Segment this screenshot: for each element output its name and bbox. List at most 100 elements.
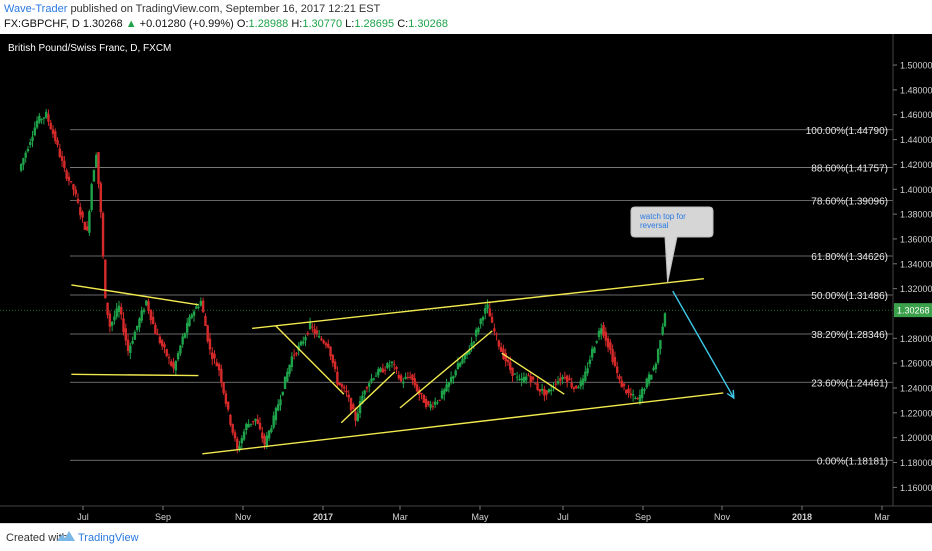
candle-body	[579, 380, 582, 387]
candle-body	[390, 361, 394, 364]
candle-body	[443, 389, 446, 395]
candle-body	[388, 365, 391, 367]
candle-body	[142, 309, 146, 312]
candle-body	[484, 307, 487, 314]
candle-body	[90, 184, 93, 211]
close-label: C:	[397, 18, 409, 30]
time-tick-label: Nov	[714, 512, 731, 522]
fib-level-label: 50.00%(1.31486)	[811, 291, 888, 302]
chart-screenshot: Wave-Trader published on TradingView.com…	[0, 0, 932, 551]
candle-body	[354, 411, 357, 421]
candle-body	[67, 176, 71, 181]
candle-body	[131, 340, 134, 344]
candle-body	[431, 406, 435, 408]
price-tick-label: 1.28000	[900, 334, 932, 344]
price-tick-label: 1.22000	[900, 408, 932, 418]
candle-body	[634, 397, 637, 399]
candle-body	[656, 348, 660, 363]
candle-body	[149, 309, 153, 321]
candle-body	[69, 181, 73, 183]
candle-body	[404, 376, 407, 379]
candle-body	[317, 336, 321, 338]
candle-body	[447, 382, 451, 387]
candle-body	[154, 324, 157, 335]
candle-body	[570, 382, 573, 388]
price-tick-label: 1.40000	[900, 185, 932, 195]
candle-body	[493, 328, 496, 332]
candle-body	[511, 367, 514, 376]
candle-body	[286, 371, 289, 382]
candle-body	[540, 388, 544, 391]
candle-body	[402, 381, 405, 384]
candle-body	[329, 346, 332, 357]
candle-body	[95, 155, 98, 167]
candle-body	[320, 338, 323, 341]
candle-body	[336, 371, 339, 385]
candle-body	[138, 318, 141, 328]
candle-body	[160, 340, 164, 347]
candle-body	[295, 352, 298, 355]
price-tick-label: 1.18000	[900, 458, 932, 468]
fib-level-label: 100.00%(1.44790)	[806, 126, 888, 137]
candle-body	[322, 340, 325, 344]
candle-body	[261, 432, 264, 439]
price-tick-label: 1.44000	[900, 135, 932, 145]
candle-body	[47, 114, 50, 122]
candle-body	[433, 401, 437, 405]
change-value: +0.01280 (+0.99%)	[139, 18, 234, 30]
candle-body	[406, 376, 410, 378]
candle-body	[393, 364, 396, 366]
candle-body	[60, 156, 64, 161]
candle-body	[613, 357, 617, 366]
price-tick-label: 1.26000	[900, 359, 932, 369]
candle-body	[44, 111, 48, 118]
candle-body	[81, 211, 84, 218]
candle-body	[420, 393, 423, 395]
candle-body	[622, 383, 626, 387]
candle-body	[424, 398, 428, 408]
candle-body	[124, 328, 127, 341]
candle-body	[240, 438, 244, 444]
candle-body	[24, 152, 27, 158]
candle-body	[233, 432, 237, 439]
candle-body	[604, 331, 608, 341]
candle-body	[208, 338, 212, 350]
candle-body	[199, 300, 203, 306]
candle-body	[158, 336, 162, 344]
candle-body	[272, 415, 275, 428]
candle-body	[220, 368, 223, 383]
candle-body	[461, 358, 464, 364]
candle-body	[620, 380, 623, 388]
candle-body	[647, 374, 651, 384]
candle-body	[206, 325, 209, 342]
low-label: L:	[345, 18, 355, 30]
candle-body	[104, 259, 107, 299]
candle-body	[135, 325, 139, 330]
candle-body	[277, 404, 280, 411]
candle-body	[663, 313, 667, 327]
author-link[interactable]: Wave-Trader	[4, 3, 67, 15]
fib-level-label: 0.00%(1.18181)	[817, 456, 888, 467]
candle-body	[527, 375, 530, 377]
candle-body	[51, 129, 55, 135]
candle-body	[151, 316, 155, 324]
candle-body	[327, 343, 330, 348]
last-price: 1.30268	[82, 18, 123, 30]
candle-body	[263, 435, 266, 445]
chart-canvas[interactable]: 100.00%(1.44790) 88.60%(1.41757) 78.60%(1.…	[0, 34, 932, 523]
candle-body	[499, 346, 503, 352]
candle-body	[226, 401, 230, 410]
candle-body	[211, 352, 214, 360]
fib-level-label: 61.80%(1.34626)	[811, 252, 888, 263]
candle-body	[192, 311, 196, 316]
candle-body	[88, 211, 91, 233]
candle-body	[333, 361, 337, 370]
tradingview-brand[interactable]: TradingView	[78, 532, 139, 544]
candle-body	[445, 384, 448, 392]
candle-body	[31, 136, 34, 142]
candle-body	[256, 419, 259, 424]
time-tick-label: 2018	[792, 512, 812, 522]
candle-body	[395, 366, 398, 370]
time-tick-label: 2017	[313, 512, 333, 522]
candle-body	[575, 385, 578, 389]
